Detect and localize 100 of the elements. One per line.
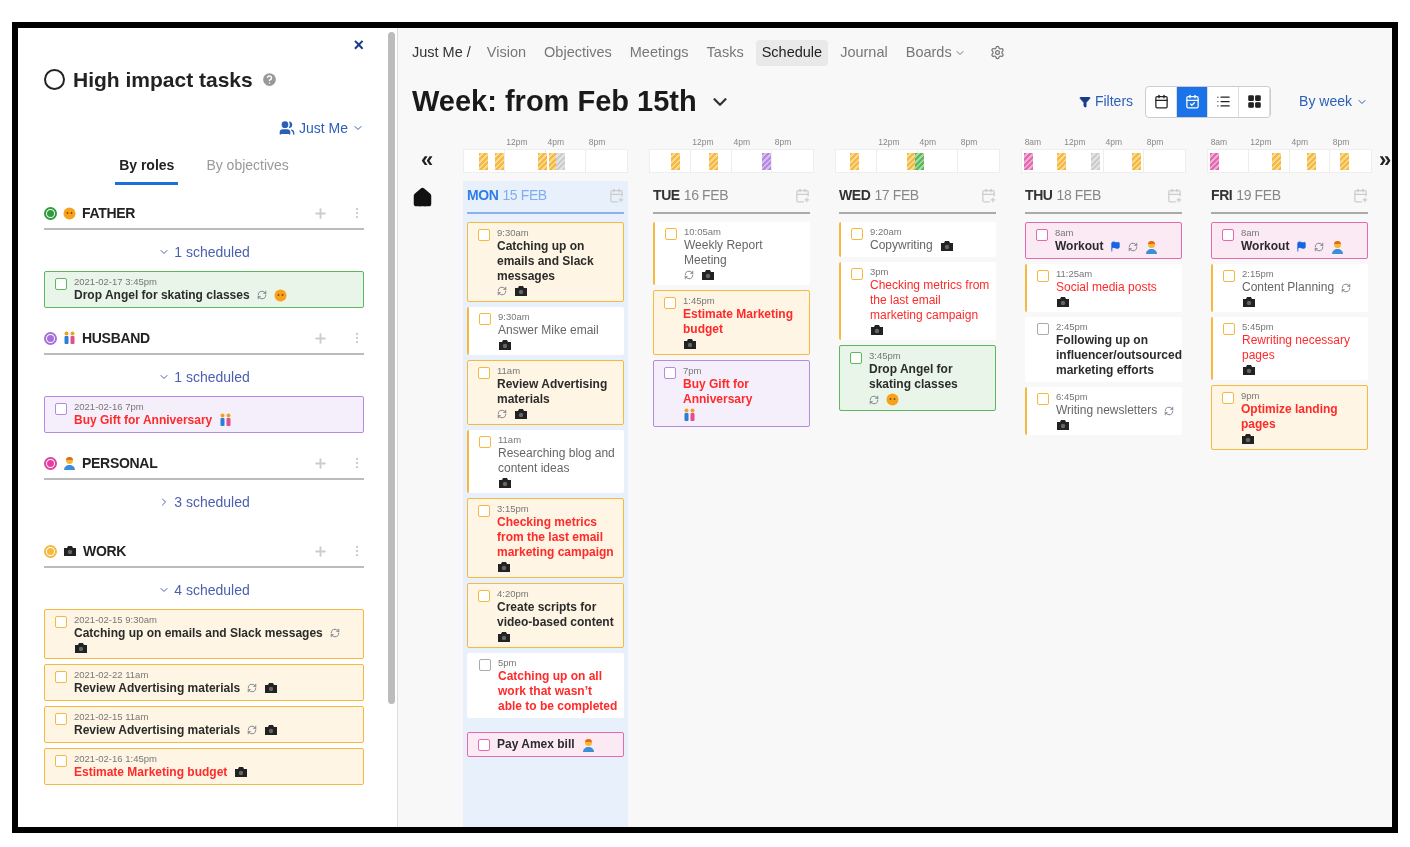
home-icon[interactable] — [412, 187, 433, 209]
previous-button[interactable]: « — [412, 149, 442, 172]
close-button[interactable]: × — [353, 36, 364, 54]
nav-tab[interactable]: Boards — [899, 40, 972, 66]
task-card[interactable]: 5pm Catching up on all work that wasn’t able to be completed — [467, 653, 624, 719]
task-card[interactable]: 2:45pm Following up on influencer/outsourced marketing efforts — [1025, 317, 1182, 383]
scheduled-toggle[interactable]: 1 scheduled — [158, 366, 250, 388]
role-name: PERSONAL — [82, 453, 159, 473]
task-checkbox[interactable] — [1223, 270, 1235, 283]
task-checkbox[interactable] — [478, 590, 490, 603]
task-checkbox[interactable] — [664, 367, 676, 380]
person-icon — [63, 456, 76, 470]
add-icon[interactable] — [313, 543, 328, 559]
task-checkbox[interactable] — [1037, 323, 1049, 336]
scrollbar[interactable] — [388, 32, 395, 704]
nav-tab[interactable]: Vision — [480, 40, 533, 66]
nav-tab[interactable]: Objectives — [538, 40, 618, 66]
task-checkbox[interactable] — [55, 615, 67, 628]
help-icon[interactable] — [260, 71, 278, 89]
filters-button[interactable]: Filters — [1078, 91, 1134, 112]
settings-icon[interactable] — [989, 45, 1005, 61]
timeline-block — [708, 153, 718, 171]
add-icon[interactable] — [313, 455, 328, 471]
timeline-block — [671, 153, 681, 171]
task-checkbox[interactable] — [478, 229, 490, 242]
task-checkbox[interactable] — [1037, 393, 1049, 406]
task-card[interactable]: 8am Workout — [1025, 222, 1182, 260]
task-card[interactable]: 2021-02-15 9:30am Catching up on emails and Slack messages — [44, 608, 364, 659]
task-card[interactable]: 2:15pm Content Planning — [1211, 264, 1368, 313]
owner-dropdown[interactable]: Just Me — [279, 117, 364, 139]
task-card[interactable]: 5:45pm Rewriting necessary pages — [1211, 317, 1368, 381]
task-card[interactable]: 11:25am Social media posts — [1025, 264, 1182, 313]
next-button[interactable]: » — [1379, 149, 1392, 172]
panel-tab[interactable]: By roles — [115, 154, 179, 185]
task-card[interactable]: 9:30am Catching up on emails and Slack messages — [467, 222, 624, 303]
task-title: Drop Angel for skating classes — [869, 362, 959, 393]
task-checkbox[interactable] — [664, 297, 676, 310]
task-card[interactable]: 8am Workout — [1211, 222, 1368, 260]
task-checkbox[interactable] — [478, 505, 490, 518]
task-checkbox[interactable] — [1036, 229, 1048, 242]
task-checkbox[interactable] — [851, 268, 863, 281]
task-card[interactable]: 6:45pm Writing newsletters — [1025, 387, 1182, 436]
task-time: 2021-02-17 3:45pm — [74, 275, 158, 288]
task-checkbox[interactable] — [55, 402, 67, 415]
task-checkbox[interactable] — [479, 436, 491, 449]
task-checkbox[interactable] — [479, 313, 491, 326]
task-card[interactable]: 11am Researching blog and content ideas — [467, 430, 624, 494]
task-card[interactable]: 7pm Buy Gift for Anniversary — [653, 360, 810, 428]
add-event-icon[interactable] — [1353, 188, 1368, 204]
hour-label: 12pm — [1249, 137, 1272, 148]
add-icon[interactable] — [313, 330, 328, 346]
add-icon[interactable] — [313, 205, 328, 221]
scheduled-toggle[interactable]: 3 scheduled — [158, 491, 250, 513]
task-time: 3pm — [870, 266, 890, 279]
task-checkbox[interactable] — [479, 659, 491, 672]
task-card[interactable]: 3:45pm Drop Angel for skating classes — [839, 345, 996, 412]
task-checkbox[interactable] — [478, 367, 490, 380]
add-event-icon[interactable] — [1167, 188, 1182, 204]
task-card[interactable]: 9:30am Answer Mike email — [467, 307, 624, 356]
task-card[interactable]: 1:45pm Estimate Marketing budget — [653, 290, 810, 356]
task-checkbox[interactable] — [850, 352, 862, 365]
task-checkbox[interactable] — [55, 670, 67, 683]
task-card[interactable]: Pay Amex bill — [467, 732, 624, 758]
period-dropdown[interactable]: By week — [1299, 91, 1368, 112]
task-checkbox[interactable] — [55, 277, 67, 290]
nav-tab[interactable]: Tasks — [700, 40, 750, 66]
task-checkbox[interactable] — [1222, 229, 1234, 242]
scheduled-toggle[interactable]: 4 scheduled — [158, 579, 250, 601]
task-card[interactable]: 4:20pm Create scripts for video-based content — [467, 583, 624, 649]
task-checkbox[interactable] — [478, 739, 490, 752]
nav-tab[interactable]: Journal — [834, 40, 894, 66]
task-time: 10:05am — [684, 226, 722, 239]
task-checkbox[interactable] — [1037, 270, 1049, 283]
task-checkbox[interactable] — [665, 228, 677, 241]
task-card[interactable]: 2021-02-16 7pm Buy Gift for Anniversary — [44, 395, 364, 433]
task-title: Review Advertising materials — [74, 680, 241, 696]
task-card[interactable]: 9:20am Copywriting — [839, 222, 996, 258]
task-card[interactable]: 3:15pm Checking metrics from the last email marketing campaign — [467, 498, 624, 579]
add-event-icon[interactable] — [609, 188, 624, 204]
nav-tab[interactable]: Meetings — [623, 40, 695, 66]
breadcrumb[interactable]: Just Me / — [412, 42, 471, 64]
task-card[interactable]: 2021-02-17 3:45pm Drop Angel for skating classes — [44, 270, 364, 308]
task-card[interactable]: 3pm Checking metrics from the last email marketing campaign — [839, 262, 996, 341]
task-card[interactable]: 2021-02-15 11am Review Advertising materials — [44, 705, 364, 743]
task-card[interactable]: 10:05am Weekly Report Meeting — [653, 222, 810, 286]
couple-icon — [63, 331, 76, 345]
task-checkbox[interactable] — [55, 754, 67, 767]
add-event-icon[interactable] — [981, 188, 996, 204]
task-card[interactable]: 9pm Optimize landing pages — [1211, 385, 1368, 451]
task-card[interactable]: 2021-02-22 11am Review Advertising materials — [44, 663, 364, 701]
task-card[interactable]: 2021-02-16 1:45pm Estimate Marketing budget — [44, 747, 364, 785]
hour-label: 4pm — [918, 137, 937, 148]
task-checkbox[interactable] — [851, 228, 863, 241]
add-event-icon[interactable] — [795, 188, 810, 204]
task-checkbox[interactable] — [1223, 323, 1235, 336]
scheduled-toggle[interactable]: 1 scheduled — [158, 241, 250, 263]
task-checkbox[interactable] — [1222, 392, 1234, 405]
task-checkbox[interactable] — [55, 712, 67, 725]
task-card[interactable]: 11am Review Advertising materials — [467, 360, 624, 426]
nav-tab[interactable]: Schedule — [755, 40, 829, 66]
